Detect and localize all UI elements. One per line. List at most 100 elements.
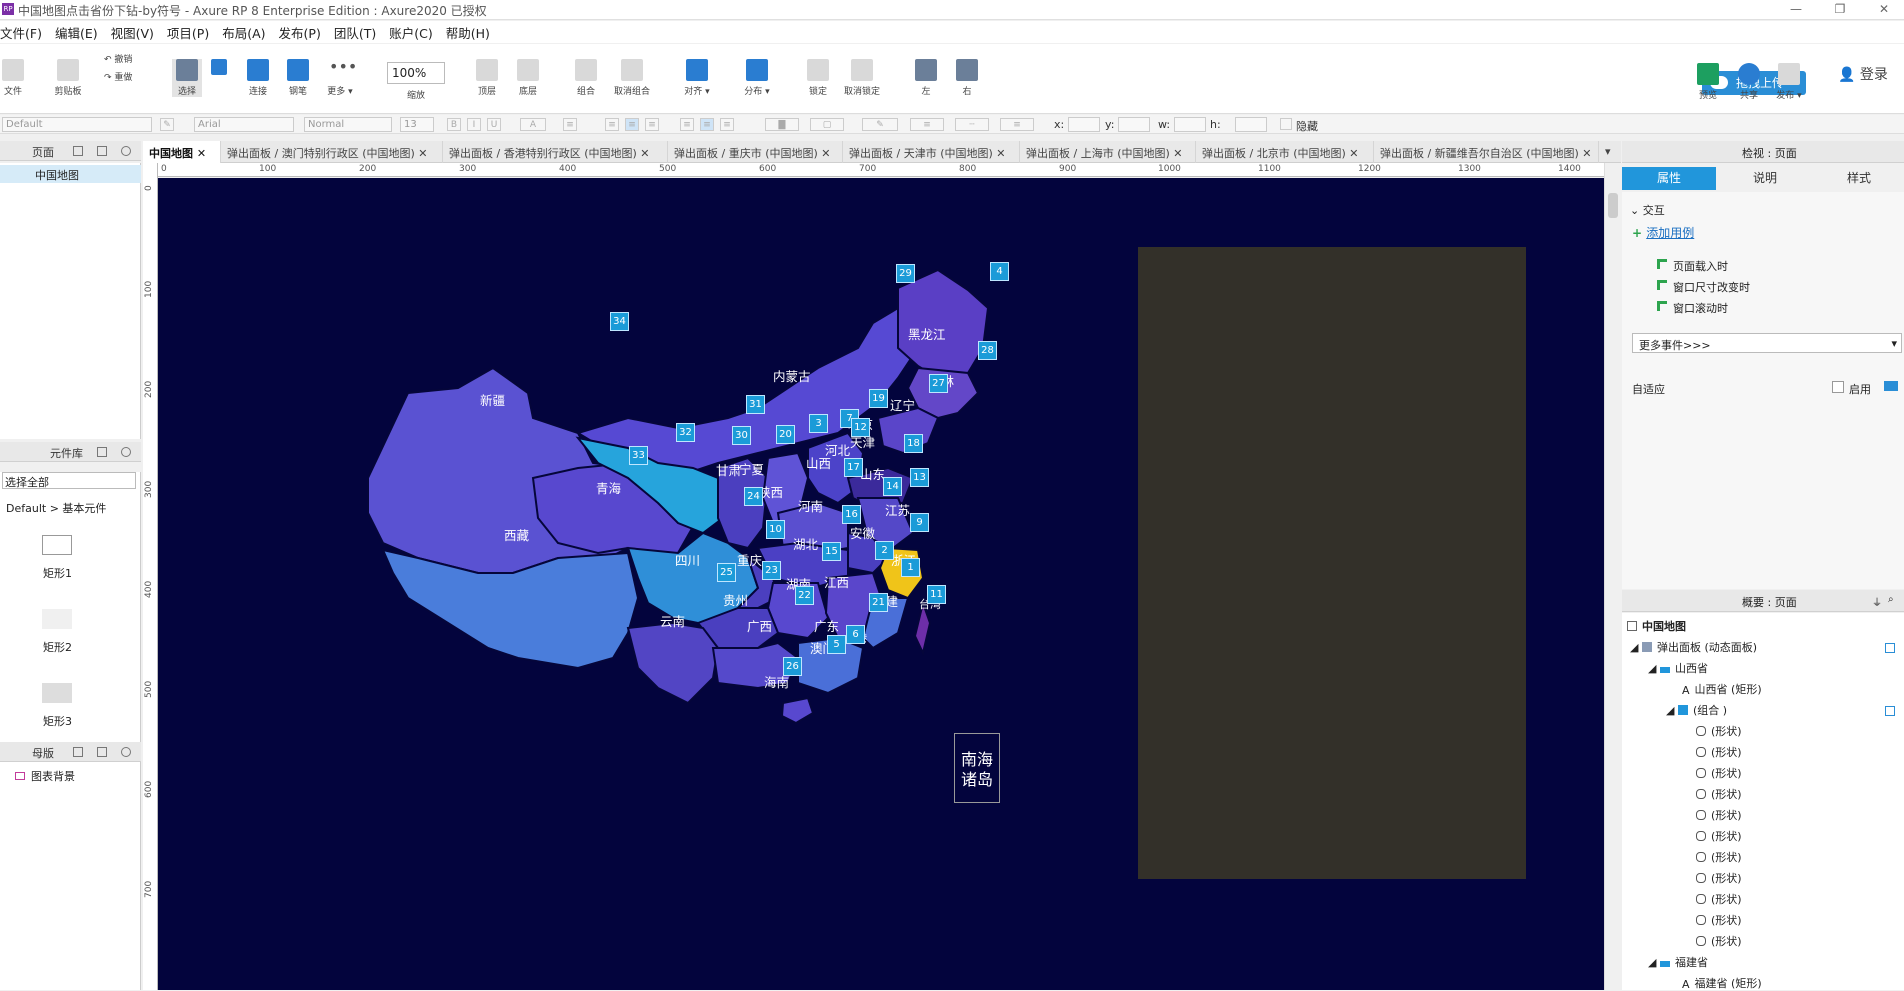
file-tool[interactable]: 文件 (2, 59, 24, 97)
visibility-toggle-icon[interactable] (1885, 643, 1895, 653)
event-page-load[interactable]: 页面载入时 (1657, 258, 1728, 274)
y-input[interactable] (1118, 117, 1150, 132)
weight-select[interactable]: Normal (304, 117, 392, 132)
line-width-icon[interactable]: ≡ (910, 118, 944, 131)
menu-file[interactable]: 文件(F) (0, 23, 50, 42)
format-painter-icon[interactable]: ✎ (160, 118, 174, 131)
bring-top-button[interactable]: 顶层 (474, 59, 500, 97)
badge-24[interactable]: 24 (744, 487, 763, 506)
pen-tool[interactable]: 钢笔 (285, 59, 311, 97)
badge-18[interactable]: 18 (904, 434, 923, 453)
event-window-resize[interactable]: 窗口尺寸改变时 (1657, 279, 1750, 295)
outline-node[interactable]: ◢ 弹出面板 (动态面板) (1630, 639, 1757, 655)
south-sea-islands-box[interactable]: 南海诸岛 (954, 733, 1000, 803)
outline-node[interactable]: (形状) (1696, 765, 1742, 781)
menu-publish[interactable]: 发布(P) (279, 23, 329, 42)
library-group[interactable]: Default > 基本元件 (6, 500, 106, 516)
tab-china-map[interactable]: 中国地图 ✕ (143, 141, 221, 163)
outline-node[interactable]: (形状) (1696, 723, 1742, 739)
fill-color-icon[interactable]: ▇ (765, 118, 799, 131)
more-events-select[interactable]: 更多事件>>> ▾ (1632, 333, 1902, 353)
outline-search-icon[interactable]: ⌕ (1888, 594, 1894, 605)
badge-27[interactable]: 27 (929, 374, 948, 393)
select-tool[interactable]: 选择 (172, 59, 202, 97)
font-color-icon[interactable]: A (520, 118, 546, 131)
badge-17[interactable]: 17 (844, 458, 863, 477)
badge-23[interactable]: 23 (762, 561, 781, 580)
badge-9[interactable]: 9 (910, 513, 929, 532)
badge-28[interactable]: 28 (978, 341, 997, 360)
badge-5[interactable]: 5 (827, 635, 846, 654)
design-canvas[interactable]: 黑龙江 吉林 辽宁 内蒙古 新疆 北京 天津 河北 山西 宁夏 青海 山东 陕西… (158, 178, 1604, 990)
group-button[interactable]: 组合 (573, 59, 599, 97)
interaction-section[interactable]: ⌄ 交互 (1630, 202, 1665, 218)
widget-rect1[interactable] (42, 535, 72, 555)
add-case-link[interactable]: + 添加用例 (1632, 224, 1694, 241)
add-folder-icon[interactable] (97, 146, 107, 156)
badge-19[interactable]: 19 (869, 389, 888, 408)
align-button[interactable]: 对齐 ▾ (680, 59, 714, 97)
style-select[interactable]: Default (2, 117, 152, 132)
badge-20[interactable]: 20 (776, 425, 795, 444)
badge-13[interactable]: 13 (910, 468, 929, 487)
label-hubei[interactable]: 湖北 (793, 534, 818, 553)
badge-33[interactable]: 33 (629, 446, 648, 465)
unlock-button[interactable]: 取消锁定 (840, 59, 884, 97)
menu-account[interactable]: 账户(C) (389, 23, 440, 42)
tabs-overflow-icon[interactable]: ▾ (1599, 141, 1621, 163)
right-panel-toggle[interactable]: 右 (956, 59, 978, 97)
menu-icon[interactable] (97, 447, 107, 457)
badge-11[interactable]: 11 (927, 585, 946, 604)
badge-4[interactable]: 4 (990, 262, 1009, 281)
outline-node[interactable]: (形状) (1696, 933, 1742, 949)
badge-15[interactable]: 15 (822, 542, 841, 561)
search-icon[interactable] (121, 146, 131, 156)
label-xinjiang[interactable]: 新疆 (480, 390, 505, 409)
outline-node[interactable]: ◢ (组合 ) (1666, 702, 1727, 718)
tab-macau[interactable]: 弹出面板 / 澳门特别行政区 (中国地图) ✕ (221, 141, 443, 163)
publish-button[interactable]: 发布 ▾ (1774, 63, 1804, 101)
outline-node[interactable]: (形状) (1696, 891, 1742, 907)
valign-middle-icon[interactable]: ≡ (700, 118, 714, 131)
visibility-toggle-icon[interactable] (1885, 706, 1895, 716)
label-sichuan[interactable]: 四川 (675, 550, 700, 569)
label-gansu[interactable]: 甘肃 (716, 460, 741, 479)
area-select-tool[interactable] (208, 59, 230, 78)
tab-hongkong[interactable]: 弹出面板 / 香港特别行政区 (中国地图) ✕ (443, 141, 668, 163)
font-select[interactable]: Arial (194, 117, 294, 132)
label-guangxi[interactable]: 广西 (747, 616, 772, 635)
line-color-icon[interactable]: ✎ (862, 118, 898, 131)
widget-rect3[interactable] (42, 683, 72, 703)
underline-icon[interactable]: U (487, 118, 501, 131)
outline-node[interactable]: (形状) (1696, 849, 1742, 865)
master-search-icon[interactable] (121, 747, 131, 757)
label-jiangxi[interactable]: 江西 (824, 572, 849, 591)
minimize-button[interactable]: — (1776, 0, 1816, 20)
outline-node[interactable]: (形状) (1696, 744, 1742, 760)
line-style-icon[interactable]: ┄ (955, 118, 989, 131)
tab-beijing[interactable]: 弹出面板 / 北京市 (中国地图) ✕ (1196, 141, 1374, 163)
master-item[interactable]: 图表背景 (15, 768, 75, 784)
tab-properties[interactable]: 属性 (1622, 167, 1716, 190)
scrollbar-thumb[interactable] (1608, 193, 1618, 218)
badge-31[interactable]: 31 (746, 395, 765, 414)
adaptive-settings-icon[interactable] (1884, 381, 1898, 391)
zoom-select[interactable]: 100% (387, 62, 445, 84)
shadow-icon[interactable]: ▢ (810, 118, 844, 131)
x-input[interactable] (1068, 117, 1100, 132)
label-shandong[interactable]: 山东 (860, 464, 885, 483)
badge-12-north[interactable]: 12 (851, 418, 870, 437)
align-center-icon[interactable]: ≡ (625, 118, 639, 131)
more-tool[interactable]: ••• 更多 ▾ (324, 59, 357, 98)
label-yunnan[interactable]: 云南 (660, 611, 685, 630)
close-button[interactable]: ✕ (1864, 0, 1904, 20)
badge-26[interactable]: 26 (783, 657, 802, 676)
badge-21[interactable]: 21 (869, 593, 888, 612)
badge-32[interactable]: 32 (676, 423, 695, 442)
menu-team[interactable]: 团队(T) (334, 23, 384, 42)
preview-button[interactable]: 预览 (1697, 63, 1719, 101)
login-button[interactable]: 👤 登录 (1838, 64, 1888, 84)
badge-2[interactable]: 2 (875, 541, 894, 560)
valign-top-icon[interactable]: ≡ (680, 118, 694, 131)
tab-shanghai[interactable]: 弹出面板 / 上海市 (中国地图) ✕ (1020, 141, 1196, 163)
